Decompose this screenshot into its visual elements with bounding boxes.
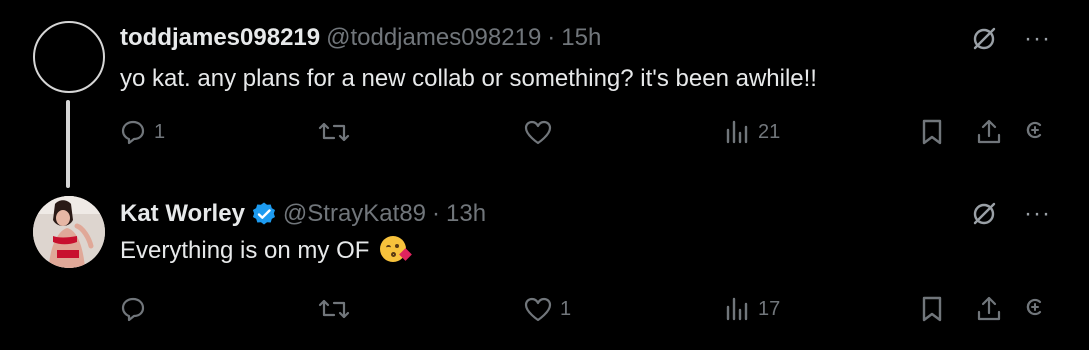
grok-button[interactable] [1018,294,1048,324]
share-button[interactable] [974,294,1004,324]
view-count: 17 [758,297,781,320]
more-icon[interactable]: ··· [1024,202,1051,226]
grok-icon [1018,294,1048,324]
tweet-actions: 1 21 [118,117,1051,151]
timestamp[interactable]: 15h [561,23,601,53]
tweet-header: Kat Worley @StrayKat89 · 13h [120,199,486,229]
user-handle[interactable]: @StrayKat89 [283,199,426,229]
like-icon [522,117,554,147]
like-button[interactable] [522,117,560,147]
views-button[interactable]: 17 [722,294,780,324]
avatar[interactable] [33,196,105,268]
tweet[interactable]: Kat Worley @StrayKat89 · 13h ··· Everyth… [0,180,1089,350]
reply-icon [118,117,148,147]
reply-icon [118,294,148,324]
tweet-text: yo kat. any plans for a new collab or so… [120,65,817,92]
views-button[interactable]: 21 [722,117,780,147]
tweet-header: toddjames098219 @toddjames098219 · 15h [120,23,601,53]
grok-icon [1018,117,1048,147]
retweet-button[interactable] [316,294,358,324]
like-count: 1 [560,297,572,320]
reply-button[interactable] [118,294,154,324]
avatar[interactable] [33,21,105,93]
retweet-icon [316,294,352,324]
tweet-text: Everything is on my OF [120,236,412,266]
bookmark-icon [918,117,946,147]
grok-button[interactable] [1018,117,1048,147]
tweet[interactable]: toddjames098219 @toddjames098219 · 15h ·… [0,0,1089,188]
more-icon[interactable]: ··· [1024,27,1051,51]
verified-badge-icon[interactable] [251,201,277,227]
user-handle[interactable]: @toddjames098219 [326,23,541,53]
display-name[interactable]: Kat Worley [120,199,245,229]
display-name[interactable]: toddjames098219 [120,23,320,53]
like-icon [522,294,554,324]
bookmark-button[interactable] [918,117,946,147]
separator-dot: · [432,200,441,227]
retweet-button[interactable] [316,117,358,147]
mute-icon[interactable] [970,200,998,228]
tweet-top-icons: ··· [970,200,1051,228]
kissing-face-emoji-icon [380,236,412,262]
mute-icon[interactable] [970,25,998,53]
separator-dot: · [547,24,556,51]
thread-connector-line [66,100,70,188]
reply-count: 1 [154,120,166,143]
bookmark-button[interactable] [918,294,946,324]
bookmark-icon [918,294,946,324]
tweet-top-icons: ··· [970,25,1051,53]
tweet-text-content: Everything is on my OF [120,237,370,264]
tweet-actions: 1 17 [118,294,1051,328]
share-icon [974,117,1004,147]
reply-button[interactable]: 1 [118,117,165,147]
like-button[interactable]: 1 [522,294,571,324]
views-icon [722,117,752,147]
share-button[interactable] [974,117,1004,147]
retweet-icon [316,117,352,147]
timestamp[interactable]: 13h [446,199,486,229]
share-icon [974,294,1004,324]
views-icon [722,294,752,324]
view-count: 21 [758,120,781,143]
